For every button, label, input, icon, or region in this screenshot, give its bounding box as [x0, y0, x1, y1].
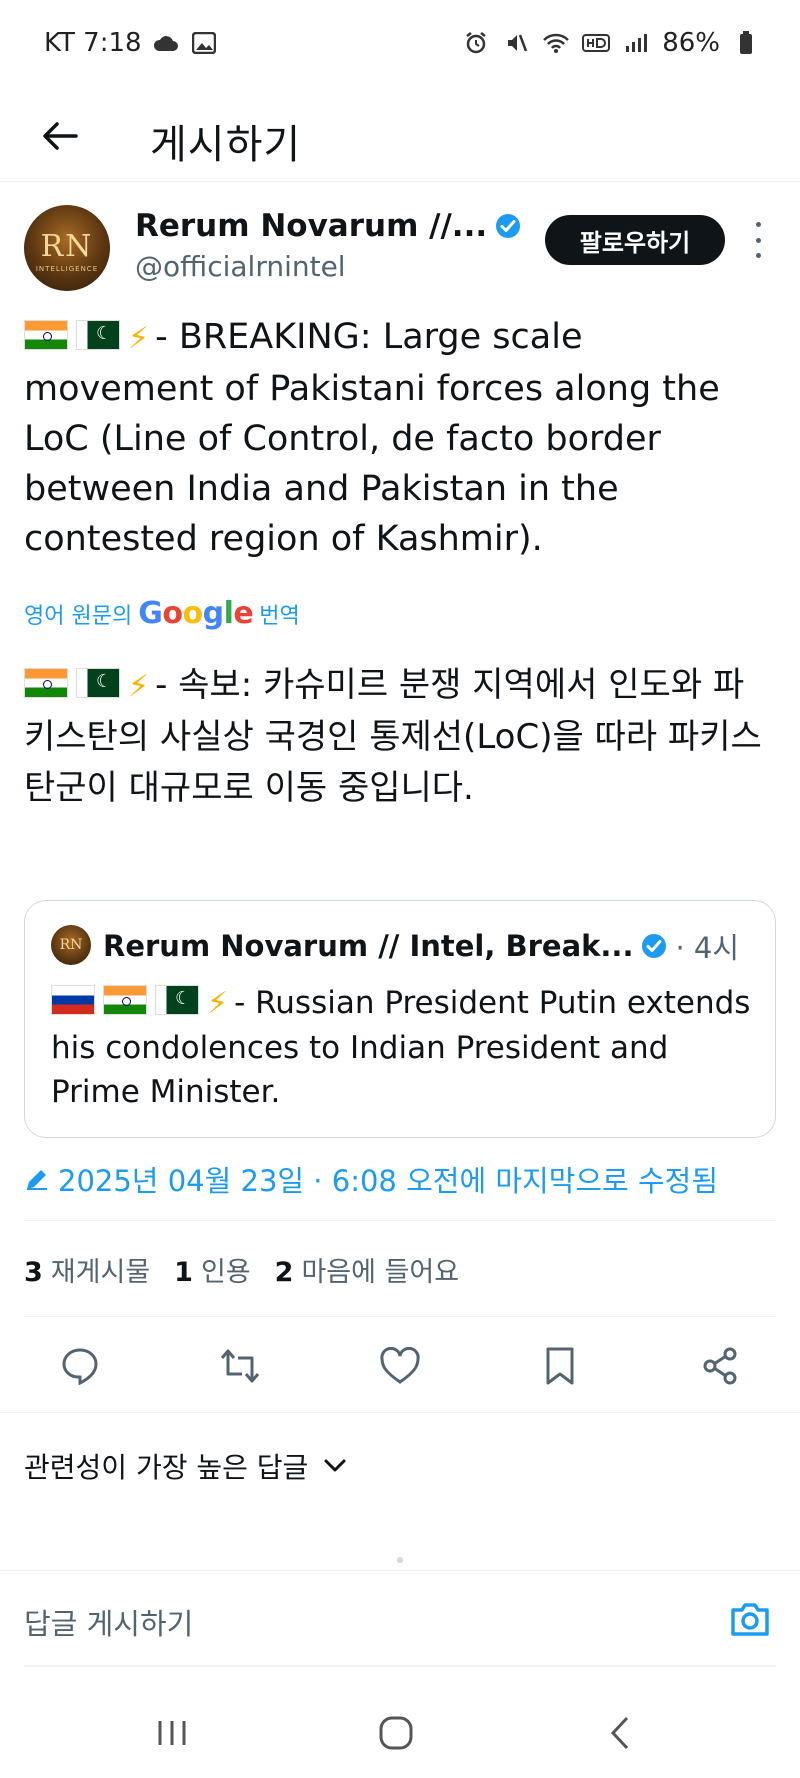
arrow-left-icon: [43, 122, 78, 150]
edited-timestamp: 2025년 04월 23일 · 6:08 오전에 마지막으로 수정됨: [58, 1164, 718, 1198]
google-logo: Google: [138, 596, 254, 631]
quotes-label: 인용: [200, 1257, 251, 1288]
reply-underline: [24, 1665, 776, 1667]
share-icon: [703, 1347, 737, 1385]
edit-history-link[interactable]: 2025년 04월 23일 · 6:08 오전에 마지막으로 수정됨: [24, 1158, 718, 1200]
app-bar: 게시하기: [0, 90, 800, 182]
india-flag-icon: [24, 320, 68, 350]
russia-flag-icon: [51, 985, 95, 1015]
gallery-icon: [190, 29, 218, 57]
bookmark-button[interactable]: [530, 1336, 590, 1396]
lightning-icon: ⚡: [207, 986, 229, 1021]
quotes-stat[interactable]: 1 인용: [174, 1250, 250, 1289]
quoted-text: ⚡- Russian President Putin extends his c…: [51, 981, 751, 1114]
scroll-indicator-dot: [397, 1557, 403, 1563]
divider: [0, 1412, 800, 1413]
action-bar: [0, 1336, 800, 1396]
translated-text: ⚡- 속보: 카슈미르 분쟁 지역에서 인도와 파키스탄의 사실상 국경인 통제…: [24, 660, 764, 814]
quoted-author-name: Rerum Novarum // Intel, Break...: [103, 929, 634, 963]
camera-icon: [731, 1603, 769, 1636]
india-flag-icon: [103, 985, 147, 1015]
author-name-text: Rerum Novarum //...: [135, 208, 488, 244]
lightning-icon: ⚡: [128, 669, 150, 704]
page-title: 게시하기: [150, 122, 302, 168]
post-text: ⚡- BREAKING: Large scale movement of Pak…: [24, 312, 764, 564]
translate-suffix: 번역: [259, 603, 300, 629]
reposts-label: 재게시물: [50, 1257, 151, 1288]
reply-sort-dropdown[interactable]: 관련성이 가장 높은 답글: [24, 1446, 346, 1486]
likes-count: 2: [274, 1257, 294, 1288]
chevron-down-icon: [324, 1459, 346, 1472]
verified-badge-icon: [496, 214, 521, 238]
bookmark-icon: [546, 1347, 574, 1385]
reply-input[interactable]: 답글 게시하기: [24, 1601, 193, 1643]
india-flag-icon: [24, 668, 68, 698]
verified-badge-icon: [642, 934, 667, 958]
avatar-subtext: INTELLIGENCE: [35, 265, 99, 273]
quotes-count: 1: [174, 1257, 193, 1288]
translate-prefix: 영어 원문의: [24, 603, 133, 629]
hd-voice-icon: [582, 29, 611, 57]
pencil-icon: [27, 1170, 47, 1190]
back-button[interactable]: [36, 112, 84, 160]
quoted-time: · 4시: [675, 931, 740, 965]
reply-button[interactable]: [50, 1336, 110, 1396]
mute-icon: [502, 29, 530, 57]
share-button[interactable]: [690, 1336, 750, 1396]
pakistan-flag-icon: [155, 985, 199, 1015]
status-bar: KT 7:18 86%: [0, 0, 800, 90]
carrier-time: KT 7:18: [44, 28, 142, 58]
likes-label: 마음에 들어요: [301, 1257, 460, 1288]
battery-percent: 86%: [662, 28, 720, 58]
home-button[interactable]: [366, 1708, 426, 1758]
home-icon: [379, 1716, 413, 1750]
follow-button[interactable]: 팔로우하기: [545, 215, 725, 265]
divider: [24, 1316, 776, 1317]
quoted-author: Rerum Novarum // Intel, Break... · 4시: [103, 925, 739, 967]
quoted-avatar: RN: [51, 925, 91, 965]
divider: [24, 1220, 776, 1221]
author-name[interactable]: Rerum Novarum //...: [135, 208, 521, 244]
avatar[interactable]: RN INTELLIGENCE: [24, 205, 110, 291]
reply-sort-label: 관련성이 가장 높은 답글: [24, 1451, 309, 1484]
translation-attribution[interactable]: 영어 원문의 Google 번역: [24, 596, 300, 631]
battery-icon: [732, 29, 760, 57]
camera-button[interactable]: [726, 1595, 774, 1643]
chevron-left-icon: [610, 1716, 629, 1750]
recent-apps-icon: [158, 1721, 186, 1745]
repost-button[interactable]: [210, 1336, 270, 1396]
system-nav-bar: [0, 1690, 800, 1778]
heart-icon: [380, 1347, 420, 1384]
likes-stat[interactable]: 2 마음에 들어요: [275, 1250, 459, 1289]
author-handle[interactable]: @officialrnintel: [135, 250, 346, 283]
repost-icon: [220, 1349, 260, 1383]
reposts-count: 3: [24, 1257, 43, 1288]
alarm-icon: [462, 29, 490, 57]
more-options-icon[interactable]: [746, 222, 770, 258]
signal-icon: [622, 29, 650, 57]
system-back-button[interactable]: [590, 1708, 650, 1758]
lightning-icon: ⚡: [128, 321, 150, 356]
engagement-stats: 3 재게시물 1 인용 2 마음에 들어요: [24, 1250, 459, 1289]
like-button[interactable]: [370, 1336, 430, 1396]
avatar-text: RN: [40, 229, 94, 264]
pakistan-flag-icon: [76, 320, 120, 350]
recent-apps-button[interactable]: [142, 1708, 202, 1758]
reply-composer: 답글 게시하기: [0, 1570, 800, 1667]
quoted-post[interactable]: RN Rerum Novarum // Intel, Break... · 4시…: [24, 900, 776, 1138]
reposts-stat[interactable]: 3 재게시물: [24, 1250, 150, 1289]
cloud-icon: [152, 29, 180, 57]
reply-icon: [62, 1348, 98, 1386]
pakistan-flag-icon: [76, 668, 120, 698]
wifi-icon: [542, 29, 570, 57]
